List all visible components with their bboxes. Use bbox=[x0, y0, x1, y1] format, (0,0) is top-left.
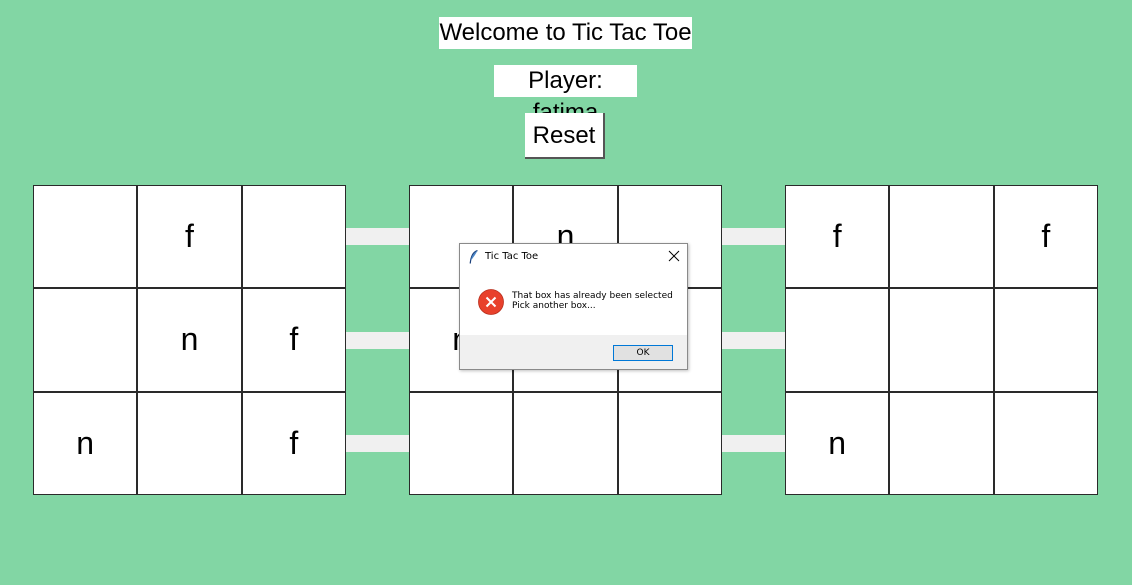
board-cell[interactable] bbox=[34, 186, 137, 288]
dialog-body: That box has already been selected Pick … bbox=[460, 270, 687, 335]
board-connector bbox=[722, 435, 786, 452]
board-cell[interactable] bbox=[890, 186, 993, 288]
board-connector bbox=[346, 228, 410, 245]
error-dialog: Tic Tac Toe That box has already been se… bbox=[459, 243, 688, 370]
board-cell[interactable] bbox=[242, 186, 345, 288]
feather-icon bbox=[469, 250, 478, 264]
board-cell[interactable]: n bbox=[138, 289, 241, 391]
board-cell[interactable]: n bbox=[786, 392, 889, 494]
ok-button[interactable]: OK bbox=[613, 345, 673, 361]
board-cell[interactable]: f bbox=[242, 392, 345, 494]
board-connector bbox=[722, 228, 786, 245]
board-3: f f n bbox=[785, 185, 1098, 495]
reset-button[interactable]: Reset bbox=[525, 113, 605, 159]
dialog-title: Tic Tac Toe bbox=[485, 251, 539, 262]
board-cell[interactable]: f bbox=[786, 186, 889, 288]
board-cell[interactable]: f bbox=[994, 186, 1097, 288]
board-cell[interactable] bbox=[994, 289, 1097, 391]
error-icon bbox=[478, 289, 504, 315]
page-title: Welcome to Tic Tac Toe bbox=[439, 17, 692, 49]
board-cell[interactable] bbox=[994, 392, 1097, 494]
board-cell[interactable] bbox=[786, 289, 889, 391]
board-connector bbox=[346, 435, 410, 452]
dialog-message: That box has already been selected Pick … bbox=[512, 291, 673, 311]
board-cell[interactable] bbox=[618, 392, 721, 494]
board-cell[interactable]: f bbox=[138, 186, 241, 288]
player-label: Player: fatima bbox=[494, 65, 637, 126]
board-cell[interactable]: f bbox=[242, 289, 345, 391]
dialog-message-line: Pick another box... bbox=[512, 301, 596, 311]
dialog-message-line: That box has already been selected bbox=[512, 291, 673, 301]
dialog-titlebar[interactable]: Tic Tac Toe bbox=[460, 244, 687, 270]
board-cell[interactable] bbox=[514, 392, 617, 494]
board-cell[interactable] bbox=[410, 392, 513, 494]
board-cell[interactable] bbox=[890, 289, 993, 391]
board-1: f n f n f bbox=[33, 185, 346, 495]
close-icon[interactable] bbox=[667, 249, 681, 263]
board-cell[interactable] bbox=[138, 392, 241, 494]
board-connector bbox=[346, 332, 410, 349]
board-cell[interactable]: n bbox=[34, 392, 137, 494]
board-cell[interactable] bbox=[34, 289, 137, 391]
board-cell[interactable] bbox=[890, 392, 993, 494]
board-connector bbox=[722, 332, 786, 349]
